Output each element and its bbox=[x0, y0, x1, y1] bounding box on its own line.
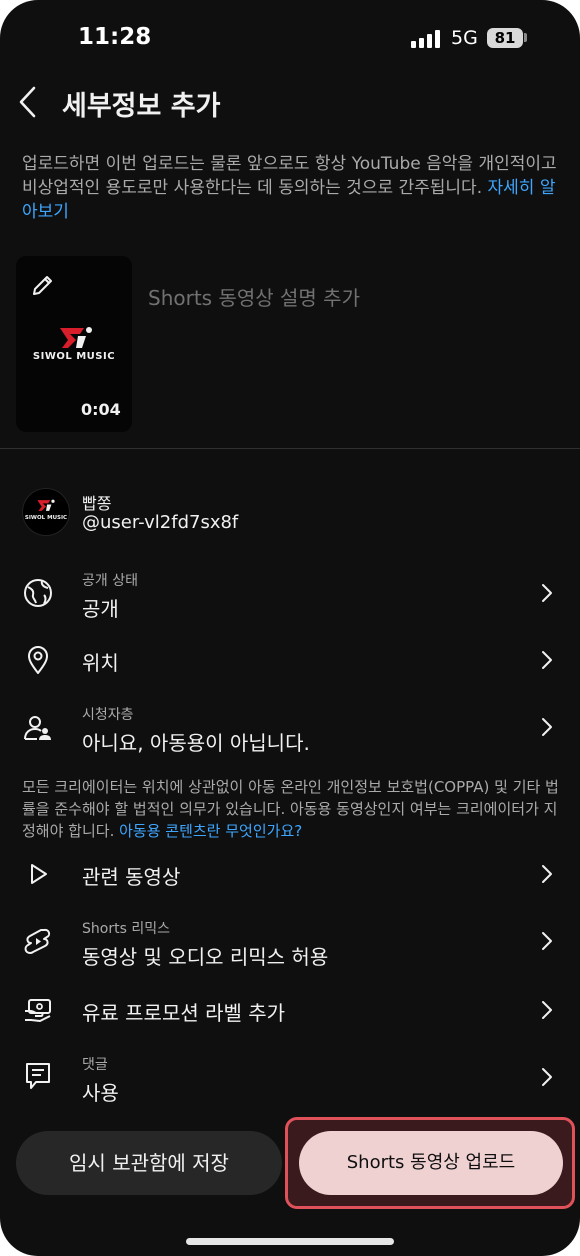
audience-person-icon bbox=[22, 712, 54, 744]
video-duration: 0:04 bbox=[81, 400, 121, 419]
location-value: 위치 bbox=[82, 651, 119, 675]
comments-value: 사용 bbox=[82, 1081, 119, 1105]
visibility-label: 공개 상태 bbox=[82, 573, 138, 589]
related-video-value: 관련 동영상 bbox=[82, 865, 181, 889]
globe-icon bbox=[22, 577, 54, 609]
remix-row[interactable]: Shorts 리믹스 동영상 및 오디오 리믹스 허용 bbox=[0, 908, 580, 974]
home-indicator bbox=[186, 1238, 394, 1245]
kids-content-link[interactable]: 아동용 콘텐츠란 무엇인가요? bbox=[119, 822, 302, 840]
page-title: 세부정보 추가 bbox=[62, 91, 221, 122]
avatar-brand: SIWOL MUSIC bbox=[24, 515, 68, 521]
audience-row[interactable]: 시청자층 아니요, 아동용이 아닙니다. bbox=[0, 694, 580, 760]
chevron-right-icon bbox=[539, 716, 555, 738]
shorts-remix-icon bbox=[22, 926, 54, 958]
signal-icon bbox=[411, 30, 441, 48]
comments-row[interactable]: 댓글 사용 bbox=[0, 1044, 580, 1110]
chevron-right-icon bbox=[539, 863, 555, 885]
comments-label: 댓글 bbox=[82, 1057, 108, 1073]
related-video-row[interactable]: 관련 동영상 bbox=[0, 846, 580, 902]
divider bbox=[0, 448, 580, 449]
channel-handle: @user-vl2fd7sx8f bbox=[82, 512, 239, 533]
avatar-logo-icon bbox=[36, 498, 56, 512]
paid-promotion-row[interactable]: 유료 프로모션 라벨 추가 bbox=[0, 982, 580, 1038]
location-row[interactable]: 위치 bbox=[0, 632, 580, 688]
edit-pencil-icon[interactable] bbox=[30, 272, 56, 298]
paid-promotion-icon bbox=[22, 994, 54, 1026]
chevron-right-icon bbox=[539, 582, 555, 604]
siwol-logo-icon bbox=[58, 324, 94, 350]
battery-icon: 81 bbox=[487, 28, 523, 48]
chevron-right-icon bbox=[539, 999, 555, 1021]
status-time: 11:28 bbox=[78, 24, 152, 50]
coppa-notice: 모든 크리에이터는 위치에 상관없이 아동 온라인 개인정보 보호법(COPPA… bbox=[22, 776, 562, 842]
phone-screen: 11:28 5G 81 세부정보 추가 업로드하면 이번 업로드는 물론 앞으로… bbox=[0, 0, 580, 1256]
visibility-row[interactable]: 공개 상태 공개 bbox=[0, 560, 580, 626]
back-arrow-icon[interactable] bbox=[14, 84, 42, 120]
video-thumbnail[interactable]: SIWOL MUSIC 0:04 bbox=[16, 256, 132, 432]
audience-label: 시청자층 bbox=[82, 707, 134, 723]
chevron-right-icon bbox=[539, 649, 555, 671]
description-input[interactable]: Shorts 동영상 설명 추가 bbox=[148, 282, 360, 311]
network-type: 5G bbox=[451, 27, 478, 49]
battery-tip bbox=[524, 33, 527, 42]
channel-avatar: SIWOL MUSIC bbox=[22, 488, 70, 536]
comment-icon bbox=[22, 1060, 54, 1092]
upload-shorts-button[interactable]: Shorts 동영상 업로드 bbox=[299, 1131, 563, 1195]
chevron-right-icon bbox=[539, 1066, 555, 1088]
notice-text: 업로드하면 이번 업로드는 물론 앞으로도 항상 YouTube 음악을 개인적… bbox=[22, 154, 557, 198]
upload-notice: 업로드하면 이번 업로드는 물론 앞으로도 항상 YouTube 음악을 개인적… bbox=[22, 152, 562, 224]
play-icon bbox=[22, 858, 54, 890]
save-draft-button[interactable]: 임시 보관함에 저장 bbox=[16, 1131, 282, 1195]
audience-value: 아니요, 아동용이 아닙니다. bbox=[82, 731, 310, 755]
channel-name: 빱쫑 bbox=[82, 494, 112, 513]
thumbnail-brand: SIWOL MUSIC bbox=[32, 351, 116, 362]
paid-promotion-value: 유료 프로모션 라벨 추가 bbox=[82, 1001, 286, 1025]
location-pin-icon bbox=[22, 644, 54, 676]
visibility-value: 공개 bbox=[82, 597, 119, 621]
remix-label: Shorts 리믹스 bbox=[82, 921, 170, 937]
chevron-right-icon bbox=[539, 930, 555, 952]
remix-value: 동영상 및 오디오 리믹스 허용 bbox=[82, 945, 329, 969]
